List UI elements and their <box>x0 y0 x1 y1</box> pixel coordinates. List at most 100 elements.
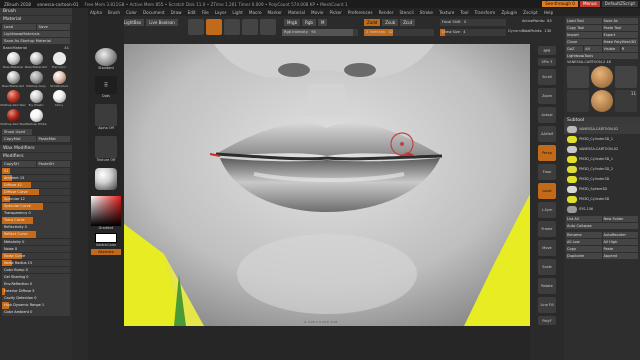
menu-layer[interactable]: Layer <box>215 10 227 15</box>
material-thumb[interactable]: Toy Plastic <box>26 90 46 107</box>
menu-stencil[interactable]: Stencil <box>399 10 413 15</box>
modifier-slider[interactable]: S1 <box>2 167 70 175</box>
menu-tool[interactable]: Tool <box>460 10 468 15</box>
lightbox-tools-button[interactable]: Lightbox▸Tools <box>566 53 638 59</box>
rgb-button[interactable]: Rgb <box>302 19 316 26</box>
menu-document[interactable]: Document <box>143 10 165 15</box>
menu-zplugin[interactable]: Zplugin <box>501 10 517 15</box>
subtool-row[interactable]: PM3D_Cylinder3D <box>564 194 640 204</box>
subtool-header[interactable]: Subtool <box>564 117 640 124</box>
menu-texture[interactable]: Texture <box>439 10 454 15</box>
visible-button[interactable]: Visible <box>602 46 620 52</box>
subtool-row[interactable]: PM3D_Cylinder3D_1 <box>564 154 640 164</box>
color-picker[interactable] <box>91 196 121 226</box>
persp-button[interactable]: Persp <box>538 145 556 161</box>
move-icon[interactable] <box>224 19 240 35</box>
z-intensity-slider[interactable]: Z Intensity 42 <box>364 29 434 36</box>
default-zscript-button[interactable]: DefaultZScript <box>601 1 638 7</box>
scale-icon[interactable] <box>242 19 258 35</box>
subtool-row[interactable]: PM3D_Cylinder3D <box>564 174 640 184</box>
dots-stroke-icon[interactable]: ⠿ <box>95 76 117 94</box>
m-button[interactable]: M <box>317 19 328 26</box>
menu-zscript[interactable]: Zscript <box>523 10 538 15</box>
sculpt-face-render[interactable] <box>124 44 530 326</box>
move-button[interactable]: Move <box>538 240 556 256</box>
sphere-tool-icon[interactable] <box>591 66 613 88</box>
all-high-button[interactable]: All High <box>602 239 638 245</box>
modifier-slider[interactable]: Color Ambient 0 <box>2 309 70 316</box>
copy-subtool-button[interactable]: Copy <box>566 246 602 252</box>
rgb-intensity-slider[interactable]: Rgb Intensity 94 <box>282 29 358 36</box>
material-thumb[interactable]: BasicMaterial2 <box>25 52 47 69</box>
modifier-slider[interactable]: Cavity Detection 0 <box>2 295 70 302</box>
material-thumb[interactable]: SkinShade4 <box>49 71 69 88</box>
modifier-slider[interactable]: Diffuse 42 <box>2 181 70 189</box>
mrgb-button[interactable]: Mrgb <box>284 19 301 26</box>
zadd-button[interactable]: Zadd <box>364 19 381 26</box>
modifier-slider[interactable]: Noise Curve <box>2 252 70 260</box>
bpr-button[interactable]: BPR <box>538 46 556 55</box>
import-button[interactable]: Import <box>566 32 602 38</box>
clone-button[interactable]: Clone <box>566 39 602 45</box>
material-palette-header[interactable]: Material <box>0 16 72 23</box>
duplicate-button[interactable]: Duplicate <box>566 253 602 259</box>
menu-render[interactable]: Render <box>379 10 394 15</box>
menu-picker[interactable]: Picker <box>329 10 341 15</box>
menu-marker[interactable]: Marker <box>268 10 282 15</box>
modifier-slider[interactable]: High Dynamic Range 1 <box>2 302 70 309</box>
modifiers-header[interactable]: Modifiers <box>0 153 72 160</box>
copy-sh-button[interactable]: CopySH <box>2 161 36 167</box>
menu-macro[interactable]: Macro <box>249 10 262 15</box>
subtool-row[interactable]: VANESSA-CARTOON-02 <box>564 124 640 134</box>
zcut-button[interactable]: Zcut <box>400 19 416 26</box>
zsub-button[interactable]: Zsub <box>382 19 399 26</box>
modifier-slider[interactable]: Specular 12 <box>2 195 70 203</box>
rotate-icon[interactable] <box>260 19 276 35</box>
subtool-row[interactable]: PM3D_Cylinder3D_2 <box>564 164 640 174</box>
aahalf-button[interactable]: AAHalf <box>538 126 556 142</box>
menu-material[interactable]: Material <box>288 10 305 15</box>
auto-reorder-button[interactable]: AutoReorder <box>602 232 638 238</box>
scroll-button[interactable]: Scroll <box>538 69 556 85</box>
lightbox-materials-button[interactable]: Lightbox▸Materials <box>2 31 70 37</box>
modifier-slider[interactable]: Exterior Diffuse 5 <box>2 288 70 295</box>
subtool-row[interactable]: PM3D_Sphere3D <box>564 184 640 194</box>
modifier-slider[interactable]: Env.Reflection 0 <box>2 281 70 288</box>
simple-brush-icon[interactable] <box>591 90 613 112</box>
menu-brush[interactable]: Brush <box>108 10 120 15</box>
modifier-slider[interactable]: Metalicity 0 <box>2 238 70 246</box>
brush-palette-header[interactable]: Brush <box>0 8 72 15</box>
save-as-button[interactable]: Save As <box>602 18 638 24</box>
floor-button[interactable]: Floor <box>538 164 556 180</box>
alpha-icon[interactable] <box>95 104 117 126</box>
lightbox-button[interactable]: LightBox <box>120 19 145 26</box>
auto-collapse-button[interactable]: Auto Collapse <box>566 223 638 229</box>
zoom-button[interactable]: Zoom <box>538 88 556 104</box>
menu-preferences[interactable]: Preferences <box>348 10 373 15</box>
new-folder-button[interactable]: New Folder <box>602 216 638 222</box>
paste-material-button[interactable]: PasteMat <box>36 136 70 142</box>
draw-icon[interactable] <box>206 19 222 35</box>
material-thumb[interactable]: Shiny <box>49 90 69 107</box>
material-thumb[interactable]: BasicMaterial2 <box>2 71 24 88</box>
menu-transform[interactable]: Transform <box>474 10 495 15</box>
save-startup-material-button[interactable]: Save As Startup Material <box>2 38 70 44</box>
append-button[interactable]: Append <box>602 253 638 259</box>
material-thumb[interactable]: BasicMaterial <box>3 52 23 69</box>
figure-tool-icon[interactable] <box>567 66 589 88</box>
menu-edit[interactable]: Edit <box>188 10 196 15</box>
modifier-slider[interactable]: Transparency 0 <box>2 210 70 217</box>
paste-sh-button[interactable]: PasteSH <box>36 161 70 167</box>
edit-icon[interactable] <box>188 19 204 35</box>
modifier-slider[interactable]: Diffuse Curve <box>2 188 70 196</box>
3d-viewport[interactable]: X: 0.25 Y: 0.15 Z: 0.25 <box>124 44 530 326</box>
load-material-button[interactable]: Load <box>2 24 36 30</box>
menus-button[interactable]: Menus <box>579 1 600 7</box>
standard-brush-icon[interactable] <box>95 48 117 66</box>
line-fill-button[interactable]: Line Fill <box>538 297 556 313</box>
polymesh-tool-icon[interactable] <box>615 66 637 88</box>
figure-tool-icon[interactable] <box>567 90 589 112</box>
draw-size-slider[interactable]: Draw Size 4 <box>440 29 506 36</box>
save-material-button[interactable]: Save <box>36 24 70 30</box>
modifier-slider[interactable]: Gel Shading 0 <box>2 274 70 281</box>
